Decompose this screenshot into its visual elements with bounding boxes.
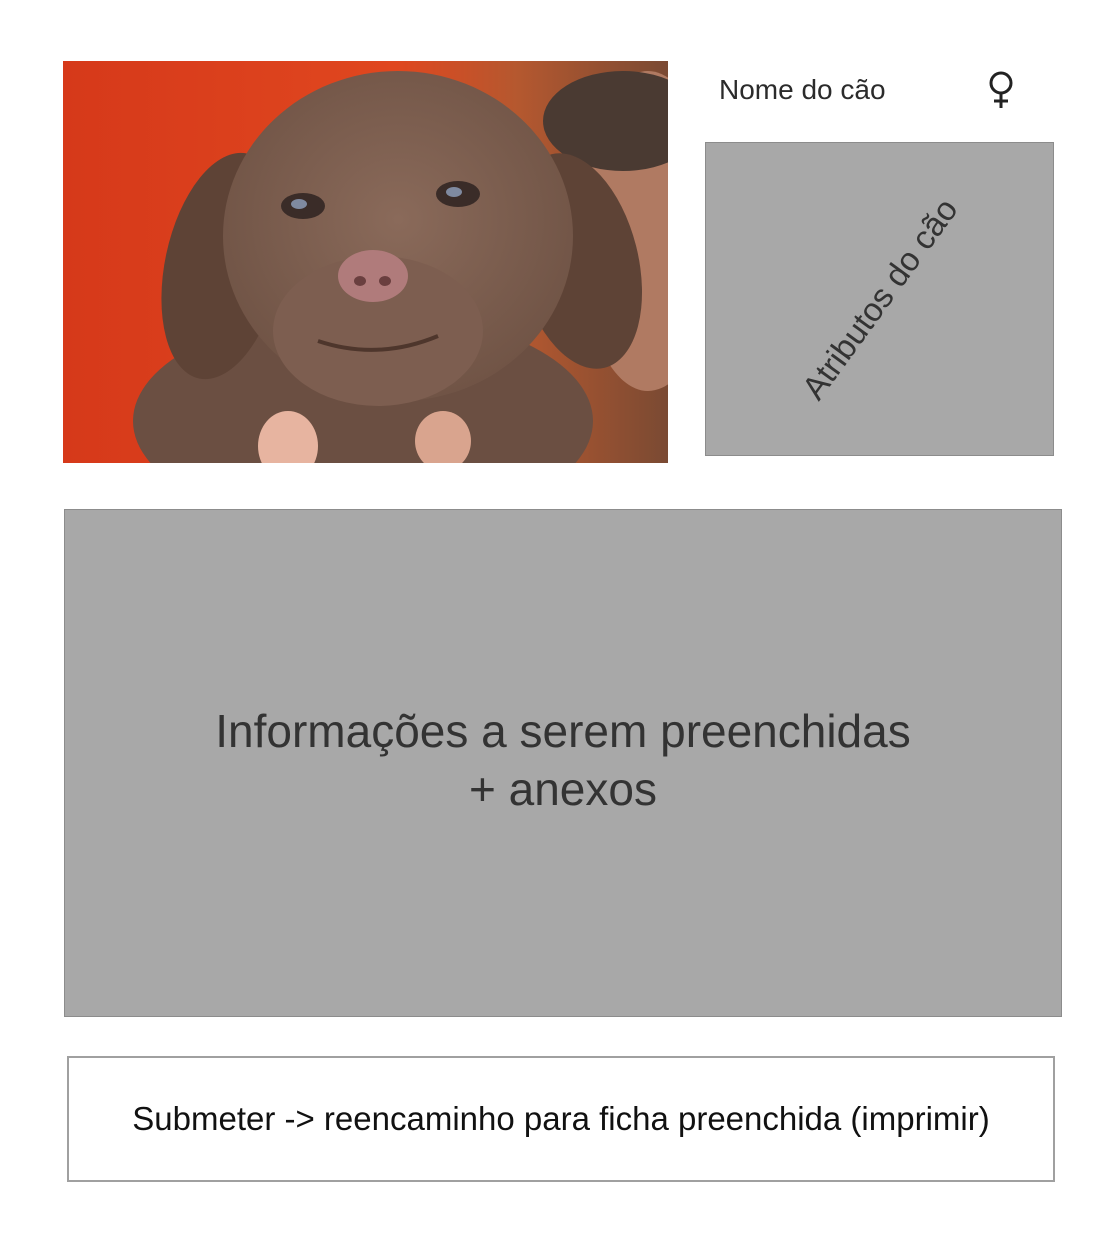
dog-attributes-label: Atributos do cão bbox=[794, 191, 965, 407]
info-line-2: + anexos bbox=[469, 763, 657, 815]
info-form-area[interactable]: Informações a serem preenchidas + anexos bbox=[64, 509, 1062, 1017]
female-gender-icon bbox=[984, 70, 1018, 110]
submit-button[interactable]: Submeter -> reencaminho para ficha preen… bbox=[67, 1056, 1055, 1182]
info-form-placeholder: Informações a serem preenchidas + anexos bbox=[215, 702, 910, 824]
dog-photo bbox=[63, 61, 668, 463]
dog-name-label: Nome do cão bbox=[719, 74, 886, 105]
dog-attributes-panel: Atributos do cão bbox=[705, 142, 1054, 456]
puppy-illustration bbox=[63, 61, 668, 463]
info-line-1: Informações a serem preenchidas bbox=[215, 705, 911, 757]
